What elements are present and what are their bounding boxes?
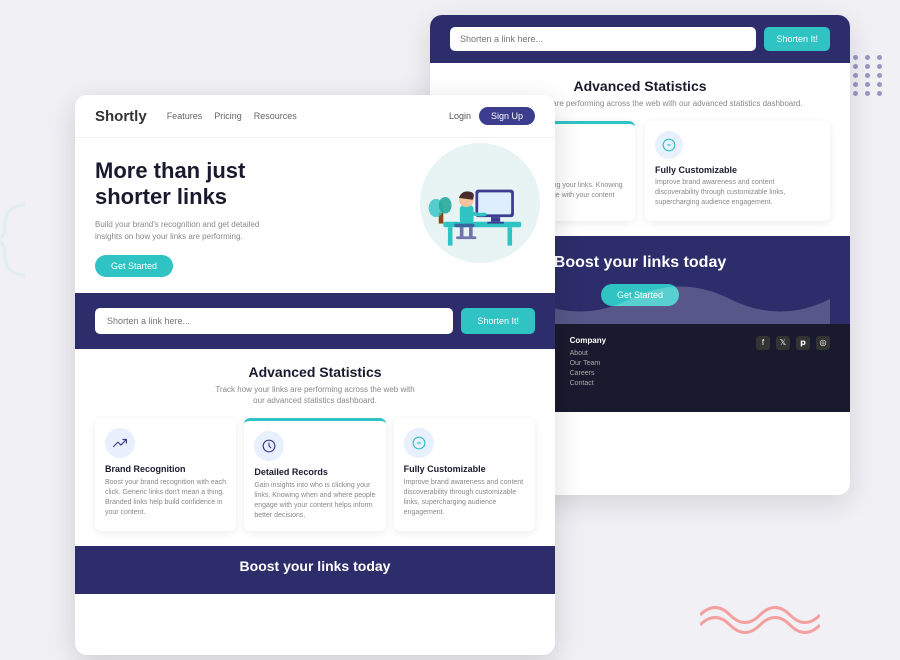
records-desc: Gain insights into who is clicking your … (254, 481, 375, 520)
nav-pricing[interactable]: Pricing (214, 111, 242, 121)
search-section: Shorten It! (75, 293, 555, 349)
front-card: Shortly Features Pricing Resources Login… (75, 95, 555, 655)
pinterest-icon[interactable]: 𝗽 (796, 336, 810, 350)
back-stats-heading: Advanced Statistics (450, 78, 830, 94)
shorten-button[interactable]: Shorten It! (461, 308, 535, 334)
back-stat-card-custom: Fully Customizable Improve brand awarene… (645, 121, 830, 220)
stat-card-records: Detailed Records Gain insights into who … (244, 418, 385, 530)
records-title: Detailed Records (254, 467, 375, 477)
search-input[interactable] (95, 308, 453, 334)
custom-title: Fully Customizable (404, 464, 525, 474)
nav-resources[interactable]: Resources (254, 111, 297, 121)
nav-bar: Shortly Features Pricing Resources Login… (75, 95, 555, 138)
stats-heading: Advanced Statistics (95, 364, 535, 380)
stats-subtext: Track how your links are performing acro… (95, 384, 535, 406)
footer-company-heading: Company (570, 336, 606, 345)
stats-cards: Brand Recognition Boost your brand recog… (95, 418, 535, 530)
custom-icon (404, 428, 434, 458)
boost-heading: Boost your links today (95, 558, 535, 574)
footer-link-about[interactable]: About (570, 350, 606, 357)
nav-links: Features Pricing Resources (167, 111, 449, 121)
illustration-person (425, 153, 535, 263)
back-search-input[interactable] (450, 27, 756, 51)
back-search-bar: Shorten It! (430, 15, 850, 63)
brand-desc: Boost your brand recognition with each c… (105, 478, 226, 517)
decorative-curly (0, 200, 50, 280)
facebook-icon[interactable]: f (756, 336, 770, 350)
footer-col-company: Company About Our Team Careers Contact (570, 336, 606, 390)
custom-desc: Improve brand awareness and content disc… (404, 478, 525, 517)
stats-section: Advanced Statistics Track how your links… (75, 349, 555, 546)
hero-heading: More than just shorter links (95, 158, 337, 211)
nav-actions: Login Sign Up (449, 107, 535, 125)
footer-link-our-team[interactable]: Our Team (570, 360, 606, 367)
hero-section: More than just shorter links Build your … (75, 138, 555, 278)
login-link[interactable]: Login (449, 111, 471, 121)
hero-text: More than just shorter links Build your … (95, 158, 337, 277)
signup-button[interactable]: Sign Up (479, 107, 535, 125)
back-custom-icon (655, 131, 683, 159)
hero-description: Build your brand's recognition and get d… (95, 219, 337, 243)
back-custom-desc: Improve brand awareness and content disc… (655, 178, 820, 207)
social-links: f 𝕏 𝗽 ◎ (756, 336, 830, 350)
hero-cta-button[interactable]: Get Started (95, 255, 173, 277)
footer-link-careers[interactable]: Careers (570, 370, 606, 377)
instagram-icon[interactable]: ◎ (816, 336, 830, 350)
back-shorten-button[interactable]: Shorten It! (764, 27, 830, 51)
boost-section: Boost your links today (75, 546, 555, 594)
decorative-wave (700, 595, 820, 640)
hero-illustration (390, 143, 540, 273)
records-icon (254, 431, 284, 461)
logo: Shortly (95, 108, 147, 125)
brand-icon (105, 428, 135, 458)
brand-title: Brand Recognition (105, 464, 226, 474)
stat-card-custom: Fully Customizable Improve brand awarene… (394, 418, 535, 530)
footer-link-contact[interactable]: Contact (570, 380, 606, 387)
back-custom-title: Fully Customizable (655, 165, 820, 175)
stat-card-brand: Brand Recognition Boost your brand recog… (95, 418, 236, 530)
twitter-icon[interactable]: 𝕏 (776, 336, 790, 350)
nav-features[interactable]: Features (167, 111, 203, 121)
